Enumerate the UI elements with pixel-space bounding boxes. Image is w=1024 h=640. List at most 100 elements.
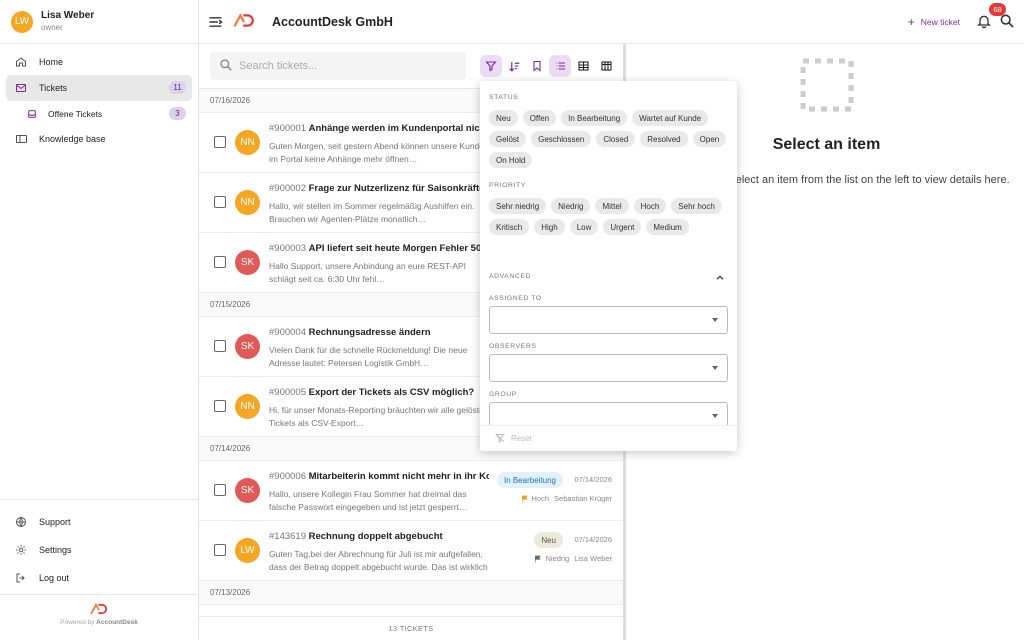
inbox-icon — [25, 107, 39, 121]
ticket-avatar: NN — [235, 190, 260, 215]
search-input[interactable] — [239, 60, 439, 72]
columns-view-button[interactable] — [595, 55, 617, 77]
ticket-preview: Guten Tag,bei der Abrechnung für Juli is… — [269, 549, 488, 572]
status-badge: In Bearbeitung — [496, 472, 563, 488]
sidebar-item-offene-tickets[interactable]: Offene Tickets 3 — [6, 101, 192, 126]
status-chip[interactable]: Offen — [522, 110, 557, 126]
sidebar-item-label: Home — [39, 57, 64, 67]
status-chip[interactable]: Resolved — [640, 131, 688, 147]
caret-down-icon — [712, 318, 718, 322]
status-chip[interactable]: Geschlossen — [531, 131, 592, 147]
priority-label: Niedrig — [545, 554, 570, 563]
priority-chip[interactable]: Sehr hoch — [671, 198, 722, 214]
status-chip[interactable]: Closed — [596, 131, 636, 147]
bookmark-button[interactable] — [526, 55, 548, 77]
ticket-date: 07/14/2026 — [574, 475, 612, 484]
ticket-avatar: SK — [235, 334, 260, 359]
ticket-number: #900003 — [269, 243, 306, 254]
priority-chip[interactable]: Kritisch — [489, 219, 530, 235]
priority-chip[interactable]: Mittel — [595, 198, 629, 214]
ticket-subject: API liefert seit heute Morgen Fehler 500 — [308, 243, 487, 254]
sidebar-item-label: Support — [39, 517, 71, 527]
ticket-checkbox[interactable] — [214, 400, 226, 412]
ticket-checkbox[interactable] — [214, 136, 226, 148]
ticket-subject: Rechnung doppelt abgebucht — [308, 531, 443, 542]
flag-icon — [535, 555, 542, 562]
bell-icon[interactable] — [976, 13, 992, 29]
home-icon — [14, 55, 28, 69]
mail-icon — [14, 81, 28, 95]
bookmark-icon — [533, 60, 541, 72]
gear-icon — [14, 543, 28, 557]
search-icon[interactable] — [999, 13, 1015, 29]
status-chip[interactable]: Neu — [489, 110, 518, 126]
status-chip[interactable]: Open — [692, 131, 727, 147]
ticket-checkbox[interactable] — [214, 196, 226, 208]
columns-icon — [600, 61, 612, 71]
sidebar-item-tickets[interactable]: Tickets 11 — [6, 75, 192, 101]
user-role: owner — [41, 22, 63, 32]
sort-icon — [508, 61, 519, 72]
observers-select[interactable] — [489, 354, 728, 382]
priority-chip[interactable]: Niedrig — [551, 198, 591, 214]
status-chip[interactable]: In Bearbeitung — [561, 110, 628, 126]
powered-brand: AccountDesk — [96, 619, 138, 626]
status-chip[interactable]: On Hold — [489, 152, 533, 168]
status-chip[interactable]: Gelöst — [489, 131, 527, 147]
globe-icon — [14, 515, 28, 529]
filter-off-icon — [495, 433, 505, 445]
ticket-preview: Hallo, unsere Kollegin Frau Sommer hat d… — [269, 489, 468, 512]
ticket-checkbox[interactable] — [214, 256, 226, 268]
powered-by: Powered by AccountDesk — [0, 594, 198, 640]
ticket-preview: Guten Morgen, seit gestern Abend können … — [269, 141, 489, 164]
sidebar-item-logout[interactable]: Log out — [6, 564, 192, 592]
ticket-checkbox[interactable] — [214, 544, 226, 556]
ticket-checkbox[interactable] — [214, 340, 226, 352]
sidebar-item-support[interactable]: Support — [6, 508, 192, 536]
new-ticket-button[interactable]: + New ticket — [908, 15, 960, 29]
ticket-number: #143619 — [269, 531, 306, 542]
ticket-row[interactable]: SK #900006 Mitarbeiterin kommt nicht meh… — [199, 461, 623, 521]
list-view-icon — [555, 62, 565, 70]
priority-chip[interactable]: Urgent — [603, 219, 642, 235]
priority-chip[interactable]: Sehr niedrig — [489, 198, 547, 214]
top-bar: AccountDesk GmbH + New ticket 68 — [199, 0, 1024, 44]
ticket-row[interactable]: LW #143619 Rechnung doppelt abgebucht Gu… — [199, 521, 623, 581]
menu-toggle-icon[interactable] — [207, 14, 223, 30]
ticket-subject: Export der Tickets als CSV möglich? — [308, 387, 475, 398]
reset-button[interactable]: Reset — [480, 425, 737, 451]
group-label: GROUP — [489, 391, 517, 398]
assigned-to-label: ASSIGNED TO — [489, 295, 542, 302]
assigned-to-select[interactable] — [489, 306, 728, 334]
sort-button[interactable] — [503, 55, 525, 77]
reset-label: Reset — [511, 434, 532, 443]
bottom-nav: Support Settings Log out — [0, 499, 198, 592]
filter-button[interactable] — [480, 55, 502, 77]
priority-chip[interactable]: Medium — [646, 219, 689, 235]
advanced-section-label: ADVANCED — [489, 273, 532, 280]
ticket-checkbox[interactable] — [214, 484, 226, 496]
ticket-count-footer: 13 TICKETS — [199, 616, 623, 640]
list-view-button[interactable] — [549, 55, 571, 77]
ticket-avatar: NN — [235, 394, 260, 419]
priority-chip[interactable]: Hoch — [633, 198, 667, 214]
status-chip[interactable]: Wartet auf Kunde — [632, 110, 709, 126]
ticket-preview: Hallo, wir stellen im Sommer regelmäßig … — [269, 201, 475, 224]
priority-label: Hoch — [531, 494, 550, 503]
chevron-up-icon[interactable] — [715, 272, 725, 282]
table-view-button[interactable] — [572, 55, 594, 77]
user-profile[interactable]: LW Lisa Weber owner — [0, 0, 198, 44]
status-chips: Neu Offen In Bearbeitung Wartet auf Kund… — [489, 110, 729, 168]
status-badge: Neu — [534, 532, 563, 548]
assignee-name: Lisa Weber — [574, 554, 612, 563]
ticket-subject: Anhänge werden im Kundenportal nicht ang… — [308, 123, 489, 134]
sidebar-item-settings[interactable]: Settings — [6, 536, 192, 564]
priority-chip[interactable]: Low — [569, 219, 599, 235]
ticket-preview: Vielen Dank für die schnelle Rückmeldung… — [269, 345, 468, 368]
new-ticket-label: New ticket — [920, 17, 960, 27]
sidebar-item-home[interactable]: Home — [6, 49, 192, 75]
priority-chip[interactable]: High — [534, 219, 565, 235]
sidebar-item-knowledge-base[interactable]: Knowledge base — [6, 126, 192, 152]
ticket-avatar: SK — [235, 250, 260, 275]
search-box[interactable] — [210, 52, 466, 80]
